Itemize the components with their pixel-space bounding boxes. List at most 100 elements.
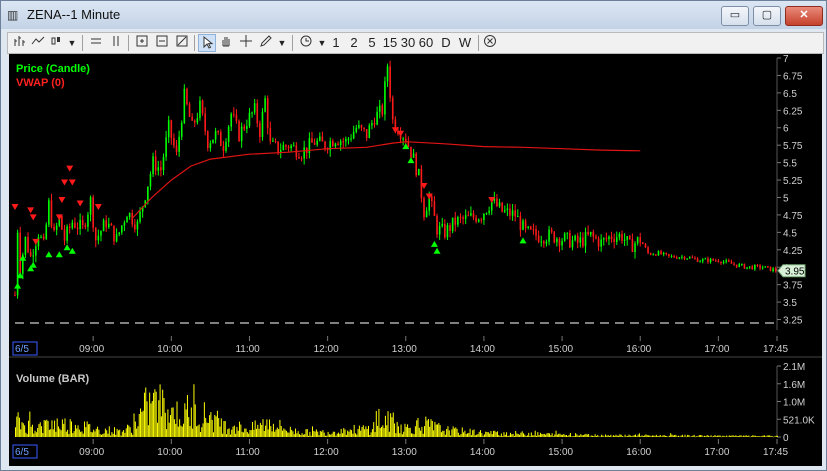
volume-bar [405, 426, 407, 437]
candle-body [728, 260, 730, 262]
chart-canvas[interactable]: 76.756.56.2565.755.55.2554.754.54.2543.7… [9, 54, 822, 466]
candle-body [402, 138, 404, 140]
volume-bar [701, 435, 703, 437]
candle-body [613, 239, 615, 242]
dropdown-icon[interactable]: ▼ [66, 34, 78, 52]
candle-body [675, 257, 678, 259]
zoom-out-icon[interactable] [174, 34, 190, 52]
volume-bar [395, 433, 397, 437]
volume-bar [396, 421, 398, 437]
minimize-button[interactable]: ▭ [721, 6, 749, 26]
line-chart-style-icon[interactable] [30, 34, 46, 52]
volume-bar [71, 421, 73, 437]
chart-area[interactable]: 76.756.56.2565.755.55.2554.754.54.2543.7… [9, 54, 822, 466]
volume-bar [323, 432, 325, 437]
volume-bar [153, 392, 155, 437]
volume-bar [752, 435, 754, 437]
volume-bar [366, 428, 368, 437]
volume-bar [172, 407, 174, 437]
volume-bar [215, 416, 217, 437]
volume-bar [373, 422, 375, 437]
bar-chart-style-icon[interactable] [12, 34, 28, 52]
buy-signal-marker [29, 261, 37, 268]
volume-bar [526, 435, 528, 437]
interval-weekly-button[interactable]: W [458, 34, 472, 52]
candle-body [233, 113, 235, 115]
pen-draw-icon[interactable] [258, 34, 274, 52]
candle-body [227, 126, 230, 142]
zoom-in-icon[interactable] [154, 34, 170, 52]
crosshair-icon[interactable] [238, 34, 254, 52]
volume-bar [675, 434, 677, 437]
volume-bar [102, 434, 104, 437]
volume-bar [111, 432, 113, 437]
volume-bar [133, 413, 135, 437]
volume-bar [76, 428, 78, 437]
volume-bar [414, 426, 416, 437]
volume-bar [246, 432, 248, 437]
volume-bar [684, 434, 686, 437]
candle-body [206, 131, 209, 149]
volume-bar [129, 427, 131, 437]
title-bar[interactable]: ▥ ZENA--1 Minute ▭ ▢ ✕ [1, 1, 826, 29]
clock-icon[interactable] [298, 34, 314, 52]
volume-bar [558, 433, 560, 437]
volume-bar [562, 434, 564, 437]
volume-bar [364, 429, 366, 437]
volume-bar [18, 417, 20, 437]
volume-bar [332, 431, 334, 437]
volume-bar [521, 431, 523, 437]
pointer-icon[interactable] [198, 34, 216, 52]
volume-bar [127, 424, 129, 437]
volume-bar [575, 433, 577, 437]
candle-body [113, 225, 115, 242]
candle-body [582, 237, 584, 247]
candle-body [774, 268, 777, 272]
candle-body [595, 236, 597, 239]
candle-body [657, 251, 660, 256]
maximize-button[interactable]: ▢ [753, 6, 781, 26]
volume-bar [756, 436, 758, 437]
candle-body [253, 103, 256, 113]
volume-bar [567, 435, 569, 437]
volume-bar [361, 427, 363, 437]
candle-style-icon[interactable] [48, 34, 64, 52]
candle-body [167, 120, 170, 138]
volume-bar [546, 433, 548, 437]
close-button[interactable]: ✕ [785, 6, 823, 26]
interval-2-button[interactable]: 2 [348, 34, 360, 52]
volume-bar [257, 424, 259, 437]
dropdown-icon[interactable]: ▼ [316, 34, 328, 52]
dropdown-icon[interactable]: ▼ [276, 34, 288, 52]
hand-pan-icon[interactable] [218, 34, 234, 52]
volume-bar [409, 427, 411, 437]
volume-bar [709, 436, 711, 438]
candle-body [446, 225, 449, 238]
volume-bar [310, 435, 312, 437]
interval-5-button[interactable]: 5 [366, 34, 378, 52]
volume-bar [705, 436, 707, 437]
volume-bar [170, 415, 172, 437]
interval-15-button[interactable]: 15 [382, 34, 398, 52]
candle-body [417, 168, 420, 176]
interval-daily-button[interactable]: D [440, 34, 452, 52]
volume-bar [533, 435, 535, 437]
volume-bar [59, 428, 61, 437]
candle-body [337, 143, 339, 146]
interval-30-button[interactable]: 30 [400, 34, 416, 52]
candle-body [55, 225, 58, 230]
zoom-fit-icon[interactable] [134, 34, 150, 52]
candle-body [733, 263, 735, 265]
candle-body [459, 217, 462, 219]
horizontal-line-icon[interactable] [88, 34, 104, 52]
vertical-lines-icon[interactable] [108, 34, 124, 52]
volume-bar [774, 436, 776, 437]
volume-bar [503, 432, 505, 437]
close-chart-icon[interactable] [482, 34, 498, 52]
candle-body [464, 215, 467, 219]
interval-60-button[interactable]: 60 [418, 34, 434, 52]
candle-body [769, 266, 772, 271]
volume-bar [770, 436, 772, 437]
volume-bar [205, 418, 207, 437]
interval-1-button[interactable]: 1 [330, 34, 342, 52]
